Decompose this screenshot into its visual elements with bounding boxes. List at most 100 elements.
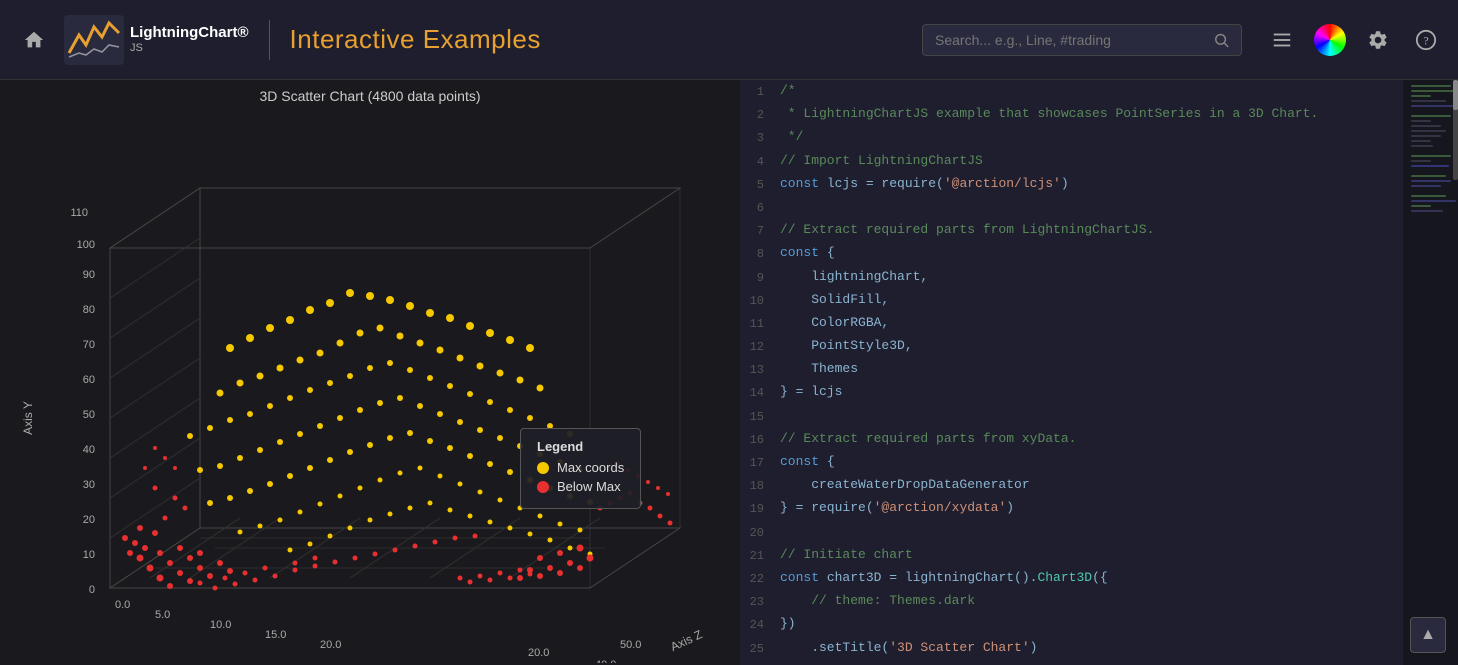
logo-lightningchart-text: LightningChart® xyxy=(130,24,249,42)
line-content: // Import LightningChartJS xyxy=(780,151,1403,172)
code-token: PointStyle3D, xyxy=(780,338,913,353)
search-icon[interactable] xyxy=(1213,31,1230,49)
line-content: /* xyxy=(780,81,1403,102)
line-content: // theme: Themes.dark xyxy=(780,591,1403,612)
code-token: // Initiate chart xyxy=(780,547,913,562)
line-content: * LightningChartJS example that showcase… xyxy=(780,104,1403,125)
code-token: chart3D = lightningChart(). xyxy=(827,570,1038,585)
code-line: 3 */ xyxy=(740,126,1403,149)
code-token: const xyxy=(780,245,827,260)
code-line: 2 * LightningChartJS example that showca… xyxy=(740,103,1403,126)
line-content: Themes xyxy=(780,359,1403,380)
code-token: { xyxy=(827,245,835,260)
code-token: ) xyxy=(1061,176,1069,191)
line-number: 19 xyxy=(740,498,780,519)
search-input[interactable] xyxy=(935,32,1205,48)
code-line: 4// Import LightningChartJS xyxy=(740,150,1403,173)
line-number: 2 xyxy=(740,104,780,125)
line-number: 18 xyxy=(740,475,780,496)
line-number: 10 xyxy=(740,290,780,311)
code-line: 19} = require('@arction/xydata') xyxy=(740,497,1403,520)
code-token: // Import LightningChartJS xyxy=(780,153,983,168)
line-number: 4 xyxy=(740,151,780,172)
code-line: 16// Extract required parts from xyData. xyxy=(740,428,1403,451)
line-number: 7 xyxy=(740,220,780,241)
legend-dot-below xyxy=(537,481,549,493)
help-icon[interactable]: ? xyxy=(1410,24,1442,56)
page-title: Interactive Examples xyxy=(290,24,541,55)
search-bar[interactable] xyxy=(922,24,1242,56)
line-content: const { xyxy=(780,452,1403,473)
svg-text:40: 40 xyxy=(83,444,95,456)
scroll-up-button[interactable]: ▲ xyxy=(1410,617,1446,653)
code-token: const xyxy=(780,570,827,585)
legend-title: Legend xyxy=(537,439,624,454)
svg-text:20.0: 20.0 xyxy=(320,639,341,651)
code-line: 11 ColorRGBA, xyxy=(740,312,1403,335)
legend-label-max: Max coords xyxy=(557,460,624,475)
line-content: ColorRGBA, xyxy=(780,313,1403,334)
line-content: const lcjs = require('@arction/lcjs') xyxy=(780,174,1403,195)
legend-item-below: Below Max xyxy=(537,479,624,494)
logo-js-text: JS xyxy=(130,42,249,55)
code-line: 5const lcjs = require('@arction/lcjs') xyxy=(740,173,1403,196)
list-icon[interactable] xyxy=(1266,24,1298,56)
line-content xyxy=(780,197,1403,218)
svg-text:110: 110 xyxy=(70,207,88,219)
code-line: 24}) xyxy=(740,613,1403,636)
line-number: 12 xyxy=(740,336,780,357)
line-number: 22 xyxy=(740,568,780,589)
code-token: Themes xyxy=(780,361,858,376)
legend-popup: Legend Max coords Below Max xyxy=(520,428,641,509)
line-number: 24 xyxy=(740,614,780,635)
svg-text:0: 0 xyxy=(89,584,95,596)
svg-text:0.0: 0.0 xyxy=(115,599,130,611)
line-content: } = lcjs xyxy=(780,382,1403,403)
line-number: 1 xyxy=(740,81,780,102)
svg-text:10.0: 10.0 xyxy=(210,619,231,631)
header-icons: ? xyxy=(1266,24,1442,56)
code-token: /* xyxy=(780,83,796,98)
line-number: 20 xyxy=(740,522,780,543)
chart-canvas: 0 10 20 30 40 50 60 70 80 90 100 110 Axi… xyxy=(0,108,740,663)
svg-text:50: 50 xyxy=(83,409,95,421)
line-content: // Initiate chart xyxy=(780,545,1403,566)
chart-area: 3D Scatter Chart (4800 data points) xyxy=(0,80,740,665)
code-token: lightningChart, xyxy=(780,269,928,284)
svg-text:20: 20 xyxy=(83,514,95,526)
line-number: 26 xyxy=(740,661,780,665)
legend-label-below: Below Max xyxy=(557,479,621,494)
code-token: Chart3D xyxy=(1037,570,1092,585)
code-token: */ xyxy=(780,129,803,144)
code-token: }) xyxy=(780,616,796,631)
code-token: createWaterDropDataGenerator xyxy=(780,477,1030,492)
code-line: 8const { xyxy=(740,242,1403,265)
logo: LightningChart® JS xyxy=(64,15,249,65)
code-token: .setTitle( xyxy=(780,640,889,655)
svg-text:100: 100 xyxy=(77,239,95,251)
code-token: SolidFill, xyxy=(780,292,889,307)
line-content: createWaterDropDataGenerator xyxy=(780,475,1403,496)
code-line: 18 createWaterDropDataGenerator xyxy=(740,474,1403,497)
code-line: 20 xyxy=(740,521,1403,544)
line-content: const { xyxy=(780,243,1403,264)
svg-text:90: 90 xyxy=(83,269,95,281)
line-number: 25 xyxy=(740,638,780,659)
line-number: 15 xyxy=(740,406,780,427)
code-token: ({ xyxy=(1092,570,1108,585)
line-number: 5 xyxy=(740,174,780,195)
line-number: 21 xyxy=(740,545,780,566)
svg-text:5.0: 5.0 xyxy=(155,609,170,621)
line-content: // Extract required parts from xyData. xyxy=(780,429,1403,450)
code-line: 25 .setTitle('3D Scatter Chart') xyxy=(740,637,1403,660)
settings-icon[interactable] xyxy=(1362,24,1394,56)
theme-color-wheel[interactable] xyxy=(1314,24,1346,56)
home-button[interactable] xyxy=(16,22,52,58)
line-content: // Extract required parts from Lightning… xyxy=(780,220,1403,241)
line-content: const chart3D = lightningChart().Chart3D… xyxy=(780,568,1403,589)
line-content: }) xyxy=(780,614,1403,635)
code-token: // Extract required parts from Lightning… xyxy=(780,222,1154,237)
header-divider xyxy=(269,20,270,60)
legend-item-max: Max coords xyxy=(537,460,624,475)
svg-text:40.0: 40.0 xyxy=(595,659,616,663)
